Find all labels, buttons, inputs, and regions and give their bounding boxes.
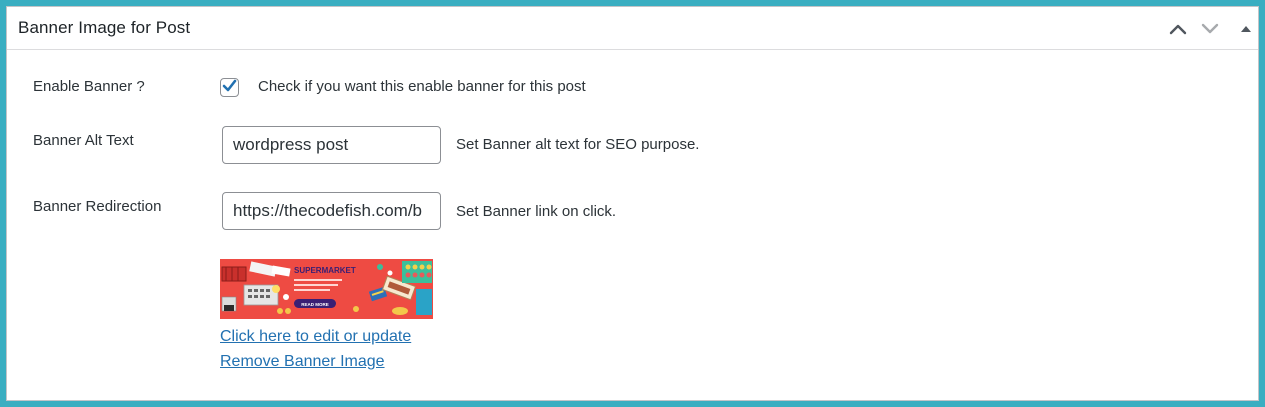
banner-read-more-text: READ MORE xyxy=(301,302,329,307)
banner-alt-text-description: Set Banner alt text for SEO purpose. xyxy=(456,136,700,153)
edit-banner-link[interactable]: Click here to edit or update xyxy=(220,328,411,346)
checkmark-icon xyxy=(222,79,237,97)
banner-alt-text-input[interactable] xyxy=(222,126,441,164)
banner-redirection-label: Banner Redirection xyxy=(33,198,162,215)
banner-image-preview: SUPERMARKET READ MORE xyxy=(220,259,433,319)
banner-image-metabox: Banner Image for Post Enable Banner ? Ch… xyxy=(6,6,1259,401)
metabox-header: Banner Image for Post xyxy=(7,7,1258,50)
chevron-down-icon xyxy=(1201,23,1219,35)
enable-banner-checkbox[interactable] xyxy=(220,78,239,97)
chevron-up-icon xyxy=(1169,23,1187,35)
move-down-button[interactable] xyxy=(1197,16,1223,42)
enable-banner-description: Check if you want this enable banner for… xyxy=(258,78,586,95)
supermarket-illustration: SUPERMARKET READ MORE xyxy=(220,259,433,319)
banner-alt-text-label: Banner Alt Text xyxy=(33,132,134,149)
banner-redirection-input[interactable] xyxy=(222,192,441,230)
banner-redirection-description: Set Banner link on click. xyxy=(456,203,617,220)
banner-heading-text: SUPERMARKET xyxy=(294,266,356,275)
metabox-title: Banner Image for Post xyxy=(18,18,191,37)
move-up-button[interactable] xyxy=(1165,16,1191,42)
toggle-panel-button[interactable] xyxy=(1233,16,1259,42)
enable-banner-label: Enable Banner ? xyxy=(33,78,145,95)
triangle-up-icon xyxy=(1240,24,1252,34)
remove-banner-link[interactable]: Remove Banner Image xyxy=(220,353,385,371)
